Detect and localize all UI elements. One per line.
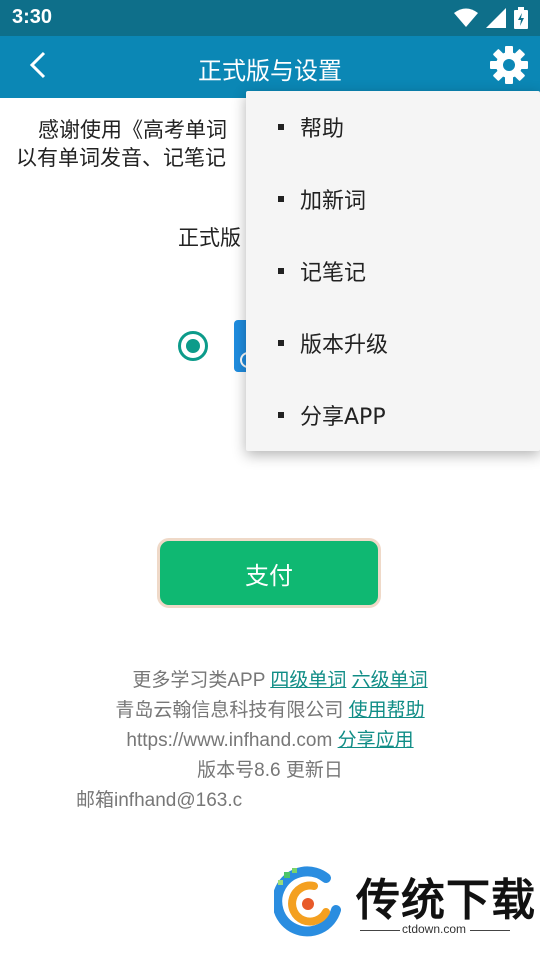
watermark-url: ctdown.com bbox=[402, 922, 467, 936]
bullet-icon bbox=[278, 340, 284, 346]
menu-item-share-app[interactable]: 分享APP bbox=[246, 379, 540, 451]
menu-item-notes[interactable]: 记笔记 bbox=[246, 235, 540, 307]
footer-more-apps-label: 更多学习类APP bbox=[132, 670, 266, 691]
link-cet6-words[interactable]: 六级单词 bbox=[352, 670, 428, 691]
menu-item-label: 记笔记 bbox=[300, 261, 367, 286]
gear-icon bbox=[490, 46, 528, 88]
bullet-icon bbox=[278, 412, 284, 418]
watermark-logo-icon bbox=[272, 866, 346, 938]
footer: 更多学习类APP 四级单词 六级单词 青岛云翰信息科技有限公司 使用帮助 htt… bbox=[0, 666, 540, 816]
link-help[interactable]: 使用帮助 bbox=[349, 700, 425, 721]
overflow-menu: 帮助 加新词 记笔记 版本升级 分享APP bbox=[246, 91, 540, 451]
menu-item-label: 版本升级 bbox=[300, 333, 389, 358]
battery-icon bbox=[514, 7, 528, 33]
footer-line-3: https://www.infhand.com 分享应用 bbox=[0, 726, 540, 756]
menu-item-label: 加新词 bbox=[300, 189, 367, 214]
menu-item-label: 分享APP bbox=[300, 405, 386, 430]
menu-item-help[interactable]: 帮助 bbox=[246, 91, 540, 163]
pay-button[interactable]: 支付 bbox=[157, 538, 381, 608]
watermark-divider-right bbox=[470, 930, 510, 931]
status-time: 3:30 bbox=[12, 6, 53, 28]
footer-line-4: 版本号8.6 更新日 bbox=[0, 756, 540, 786]
signal-icon bbox=[486, 8, 506, 32]
page-title: 正式版与设置 bbox=[198, 57, 342, 85]
bullet-icon bbox=[278, 268, 284, 274]
status-icons bbox=[454, 7, 528, 33]
version-radio[interactable] bbox=[178, 331, 208, 361]
menu-item-label: 帮助 bbox=[300, 117, 345, 142]
footer-email: 邮箱infhand@163.c bbox=[76, 790, 243, 811]
watermark-brand: 传统下载 bbox=[356, 875, 536, 926]
footer-website: https://www.infhand.com bbox=[126, 730, 333, 751]
app-bar: 正式版与设置 bbox=[0, 36, 540, 98]
radio-dot bbox=[186, 339, 200, 353]
watermark: 传统下载 ctdown.com bbox=[270, 860, 540, 940]
link-share-app[interactable]: 分享应用 bbox=[338, 730, 414, 751]
wifi-icon bbox=[454, 8, 478, 32]
link-cet4-words[interactable]: 四级单词 bbox=[270, 670, 346, 691]
menu-item-upgrade[interactable]: 版本升级 bbox=[246, 307, 540, 379]
footer-line-2: 青岛云翰信息科技有限公司 使用帮助 bbox=[0, 696, 540, 726]
menu-item-add-word[interactable]: 加新词 bbox=[246, 163, 540, 235]
footer-line-1: 更多学习类APP 四级单词 六级单词 bbox=[0, 666, 540, 696]
footer-version: 版本号8.6 更新日 bbox=[197, 760, 343, 781]
version-label: 正式版 bbox=[178, 226, 241, 250]
footer-line-5: 邮箱infhand@163.c bbox=[0, 786, 540, 816]
status-bar: 3:30 bbox=[0, 0, 540, 36]
settings-button[interactable] bbox=[488, 46, 530, 88]
watermark-divider-left bbox=[360, 930, 400, 931]
bullet-icon bbox=[278, 124, 284, 130]
footer-company: 青岛云翰信息科技有限公司 bbox=[115, 700, 344, 721]
bullet-icon bbox=[278, 196, 284, 202]
